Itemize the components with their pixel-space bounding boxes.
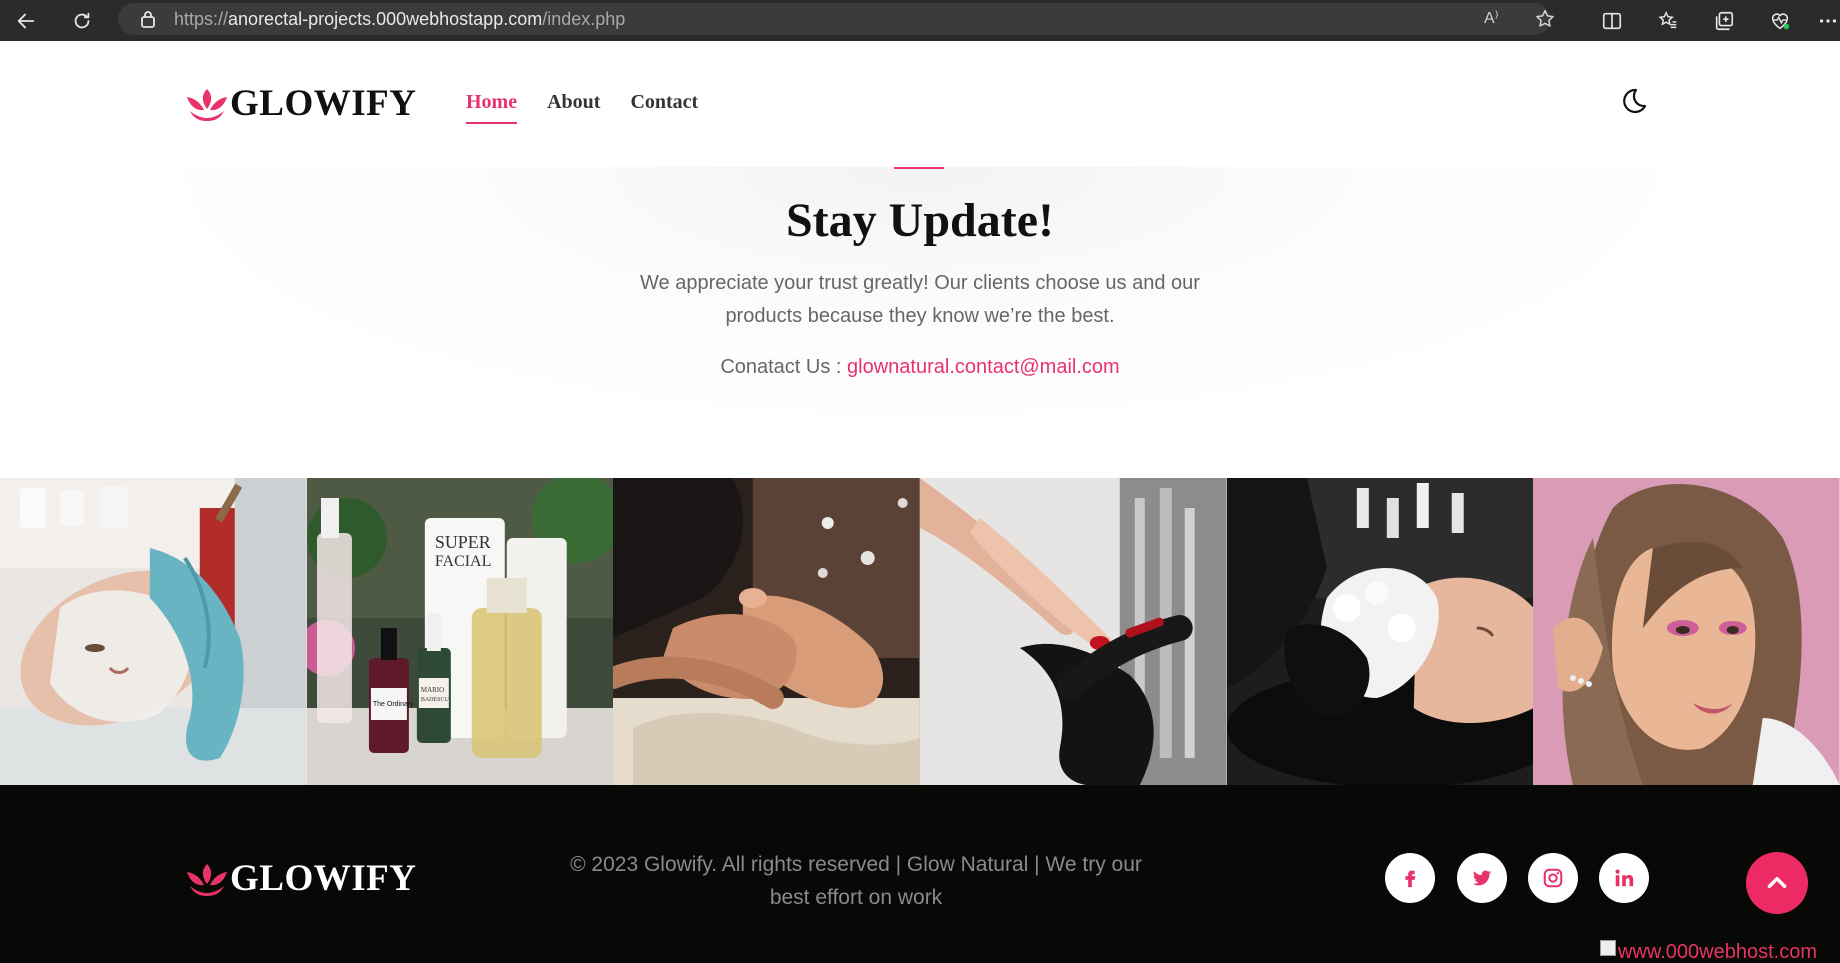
linkedin-icon (1615, 869, 1634, 887)
chevron-up-icon (1767, 876, 1787, 888)
more-menu-icon[interactable] (1816, 9, 1840, 33)
product-label-ordinary: The Ordinary (373, 701, 414, 708)
url-path: /index.php (542, 8, 626, 29)
footer-logo-text: GLOWIFY (230, 858, 417, 899)
product-label-super: SUPER (435, 532, 491, 552)
browser-essentials-icon[interactable] (1768, 9, 1792, 33)
collections-icon[interactable] (1712, 9, 1736, 33)
nav-home[interactable]: Home (466, 91, 518, 124)
url-scheme: https:// (174, 8, 229, 29)
url-host: anorectal-projects.000webhostapp.com (228, 8, 543, 29)
facebook-icon (1405, 870, 1416, 888)
main-nav: Home About Contact (466, 91, 698, 124)
site-header: GLOWIFY Home About Contact (0, 41, 1840, 167)
site-logo[interactable]: GLOWIFY (186, 85, 416, 122)
gallery-image-portrait[interactable] (1533, 478, 1840, 785)
gallery-image-facial[interactable] (0, 478, 307, 785)
footer-logo[interactable]: GLOWIFY (186, 860, 416, 897)
gallery-image-products[interactable]: SUPER FACIAL The Ordinary MARIO BADESCU (306, 478, 614, 785)
read-aloud-icon[interactable]: A⁾ (1484, 8, 1506, 30)
refresh-icon[interactable] (70, 9, 94, 33)
copyright-text: © 2023 Glowify. All rights reserved | Gl… (570, 853, 1142, 909)
back-icon[interactable] (14, 9, 38, 33)
favorites-icon[interactable] (1656, 9, 1680, 33)
favorite-star-icon[interactable] (1534, 8, 1556, 30)
lock-icon (141, 11, 155, 28)
nav-contact[interactable]: Contact (630, 91, 698, 124)
gallery-image-nail-polish[interactable] (919, 478, 1227, 785)
image-gallery: SUPER FACIAL The Ordinary MARIO BADESCU (0, 478, 1840, 785)
nav-about[interactable]: About (547, 91, 600, 124)
instagram-button[interactable] (1528, 853, 1578, 903)
section-description: We appreciate your trust greatly! Our cl… (640, 272, 1200, 327)
browser-toolbar: https://anorectal-projects.000webhostapp… (0, 0, 1840, 41)
broken-image-icon (1600, 940, 1616, 956)
gallery-image-foot-massage[interactable] (613, 478, 920, 785)
site-footer: GLOWIFY © 2023 Glowify. All rights reser… (0, 785, 1840, 963)
newsletter-section: Stay Update! We appreciate your trust gr… (0, 167, 1840, 478)
contact-label: Conatact Us : (720, 356, 842, 378)
instagram-icon (1543, 868, 1563, 888)
webhost-badge-text: www.000webhost.com (1618, 941, 1817, 963)
dark-mode-moon-icon[interactable] (1618, 87, 1648, 117)
twitter-icon (1472, 870, 1492, 886)
contact-line: Conatact Us : glownatural.contact@mail.c… (0, 356, 1840, 379)
accent-divider (894, 167, 944, 169)
twitter-button[interactable] (1457, 853, 1507, 903)
logo-text: GLOWIFY (230, 83, 417, 124)
facebook-button[interactable] (1385, 853, 1435, 903)
product-label-badescu: BADESCU (421, 697, 450, 703)
address-bar[interactable]: https://anorectal-projects.000webhostapp… (118, 3, 1554, 35)
webhost-badge[interactable]: www.000webhost.com (1600, 940, 1840, 963)
product-label-facial: FACIAL (435, 553, 492, 570)
product-label-mario: MARIO (421, 686, 444, 694)
section-title: Stay Update! (785, 194, 1054, 247)
lotus-logo-icon (187, 863, 227, 896)
lotus-logo-icon (187, 88, 227, 121)
split-screen-icon[interactable] (1600, 9, 1624, 33)
contact-email-link[interactable]: glownatural.contact@mail.com (847, 356, 1120, 378)
url-text: https://anorectal-projects.000webhostapp… (174, 9, 625, 30)
gallery-image-hair-wash[interactable] (1226, 478, 1534, 785)
scroll-to-top-button[interactable] (1746, 852, 1808, 914)
linkedin-button[interactable] (1599, 853, 1649, 903)
